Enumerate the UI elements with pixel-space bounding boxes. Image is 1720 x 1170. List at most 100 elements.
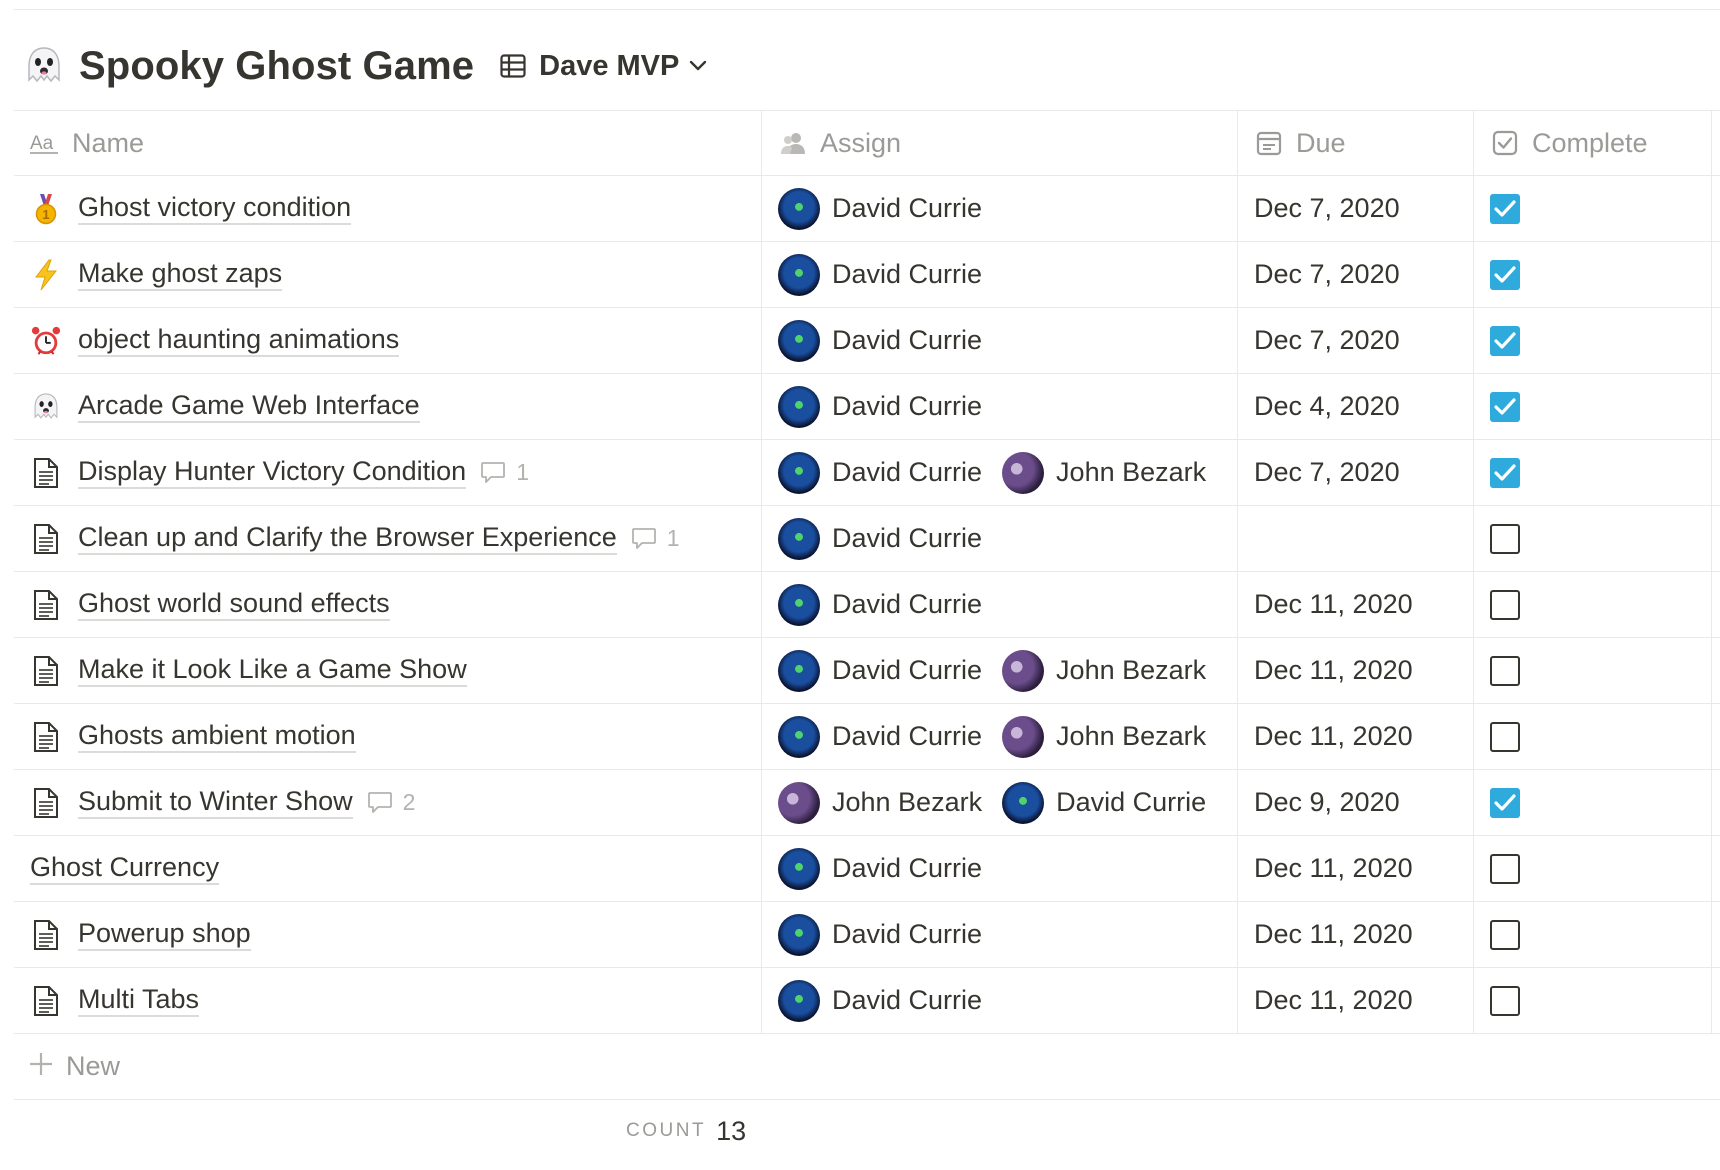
name-cell[interactable]: 1 Ghost victory condition [14, 176, 762, 241]
complete-checkbox[interactable] [1490, 523, 1520, 554]
assign-cell[interactable]: David Currie [762, 176, 1238, 241]
comment-indicator[interactable]: 2 [367, 789, 415, 816]
due-cell[interactable]: Dec 11, 2020 [1238, 836, 1474, 901]
new-row-button[interactable]: New [14, 1034, 1720, 1100]
column-header-complete[interactable]: Complete [1474, 111, 1712, 175]
view-switcher[interactable]: Dave MVP [498, 50, 709, 83]
column-header-assign[interactable]: Assign [762, 111, 1238, 175]
medal-icon[interactable]: 1 [30, 193, 62, 225]
assignee[interactable]: John Bezark [1002, 451, 1206, 494]
comment-indicator[interactable]: 1 [631, 525, 680, 552]
assignee[interactable]: David Currie [778, 979, 982, 1022]
complete-checkbox[interactable] [1490, 721, 1520, 752]
page-icon[interactable] [30, 985, 62, 1017]
table-row[interactable]: Powerup shop David Currie Dec 11, 2020 [14, 902, 1720, 968]
assignee[interactable]: David Currie [778, 319, 982, 362]
row-title[interactable]: Powerup shop [78, 918, 251, 951]
column-header-due[interactable]: Due [1238, 111, 1474, 175]
complete-checkbox[interactable] [1490, 919, 1520, 950]
table-row[interactable]: Make it Look Like a Game Show David Curri… [14, 638, 1720, 704]
due-cell[interactable]: Dec 7, 2020 [1238, 308, 1474, 373]
assign-cell[interactable]: David Currie [762, 506, 1238, 571]
table-row[interactable]: Ghosts ambient motion David Currie John Be… [14, 704, 1720, 770]
name-cell[interactable]: Ghosts ambient motion [14, 704, 762, 769]
assignee[interactable]: David Currie [778, 583, 982, 626]
table-row[interactable]: Multi Tabs David Currie Dec 11, 2020 [14, 968, 1720, 1034]
comment-indicator[interactable]: 1 [480, 459, 529, 486]
due-cell[interactable]: Dec 7, 2020 [1238, 242, 1474, 307]
row-title[interactable]: Multi Tabs [78, 984, 200, 1017]
complete-checkbox[interactable] [1490, 457, 1520, 488]
due-cell[interactable]: Dec 7, 2020 [1238, 176, 1474, 241]
due-cell[interactable]: Dec 9, 2020 [1238, 770, 1474, 835]
name-cell[interactable]: Submit to Winter Show 2 [14, 770, 762, 835]
due-cell[interactable]: Dec 11, 2020 [1238, 638, 1474, 703]
table-row[interactable]: Make ghost zaps David Currie Dec 7, 2020 [14, 242, 1720, 308]
assign-cell[interactable]: David Currie [762, 968, 1238, 1033]
page-icon[interactable] [30, 589, 62, 621]
table-row[interactable]: object haunting animations David Currie De… [14, 308, 1720, 374]
name-cell[interactable]: Ghost world sound effects [14, 572, 762, 637]
table-row[interactable]: Submit to Winter Show 2 John Bezark David C… [14, 770, 1720, 836]
complete-checkbox[interactable] [1490, 391, 1520, 422]
assign-cell[interactable]: David Currie John Bezark [762, 704, 1238, 769]
assign-cell[interactable]: David Currie [762, 572, 1238, 637]
due-cell[interactable]: Dec 11, 2020 [1238, 704, 1474, 769]
assign-cell[interactable]: David Currie [762, 902, 1238, 967]
table-row[interactable]: 1 Ghost victory condition David Currie Dec … [14, 176, 1720, 242]
row-title[interactable]: Clean up and Clarify the Browser Experie… [78, 522, 617, 555]
lightning-icon[interactable] [30, 259, 62, 291]
complete-checkbox[interactable] [1490, 193, 1520, 224]
row-title[interactable]: Submit to Winter Show [78, 786, 353, 819]
due-cell[interactable]: Dec 11, 2020 [1238, 902, 1474, 967]
name-cell[interactable]: Display Hunter Victory Condition 1 [14, 440, 762, 505]
assign-cell[interactable]: David Currie [762, 242, 1238, 307]
row-title[interactable]: Ghosts ambient motion [78, 720, 356, 753]
assign-cell[interactable]: David Currie [762, 374, 1238, 439]
name-cell[interactable]: Multi Tabs [14, 968, 762, 1033]
page-icon[interactable] [30, 655, 62, 687]
complete-checkbox[interactable] [1490, 259, 1520, 290]
name-cell[interactable]: Make ghost zaps [14, 242, 762, 307]
table-row[interactable]: Clean up and Clarify the Browser Experie… [14, 506, 1720, 572]
row-title[interactable]: Display Hunter Victory Condition [78, 456, 467, 489]
complete-checkbox[interactable] [1490, 787, 1520, 818]
page-title[interactable]: Spooky Ghost Game [79, 44, 474, 89]
column-header-name[interactable]: Aa Name [14, 111, 762, 175]
complete-checkbox[interactable] [1490, 325, 1520, 356]
assignee[interactable]: John Bezark [778, 781, 982, 824]
row-title[interactable]: Ghost victory condition [78, 192, 352, 225]
page-icon[interactable] [30, 721, 62, 753]
ghost-icon[interactable] [20, 42, 68, 90]
row-title[interactable]: Make ghost zaps [78, 258, 283, 291]
name-cell[interactable]: Clean up and Clarify the Browser Experie… [14, 506, 762, 571]
assign-cell[interactable]: David Currie [762, 308, 1238, 373]
name-cell[interactable]: Make it Look Like a Game Show [14, 638, 762, 703]
assignee[interactable]: David Currie [778, 451, 982, 494]
assign-cell[interactable]: David Currie John Bezark [762, 638, 1238, 703]
table-row[interactable]: Ghost Currency David Currie Dec 11, 2020 [14, 836, 1720, 902]
assignee[interactable]: David Currie [778, 385, 982, 428]
name-cell[interactable]: Arcade Game Web Interface [14, 374, 762, 439]
assignee[interactable]: David Currie [778, 913, 982, 956]
page-icon[interactable] [30, 457, 62, 489]
assignee[interactable]: David Currie [778, 649, 982, 692]
name-cell[interactable]: Powerup shop [14, 902, 762, 967]
table-row[interactable]: Ghost world sound effects David Currie Dec… [14, 572, 1720, 638]
complete-checkbox[interactable] [1490, 655, 1520, 686]
assignee[interactable]: David Currie [778, 253, 982, 296]
name-cell[interactable]: Ghost Currency [14, 836, 762, 901]
row-title[interactable]: object haunting animations [78, 324, 400, 357]
ghost-icon[interactable] [30, 391, 62, 423]
assignee[interactable]: David Currie [1002, 781, 1206, 824]
assignee[interactable]: John Bezark [1002, 715, 1206, 758]
row-title[interactable]: Ghost world sound effects [78, 588, 390, 621]
complete-checkbox[interactable] [1490, 985, 1520, 1016]
table-row[interactable]: Arcade Game Web Interface David Currie Dec… [14, 374, 1720, 440]
assignee[interactable]: David Currie [778, 847, 982, 890]
due-cell[interactable]: Dec 11, 2020 [1238, 968, 1474, 1033]
page-icon[interactable] [30, 523, 62, 555]
row-title[interactable]: Make it Look Like a Game Show [78, 654, 467, 687]
page-icon[interactable] [30, 919, 62, 951]
name-cell[interactable]: object haunting animations [14, 308, 762, 373]
